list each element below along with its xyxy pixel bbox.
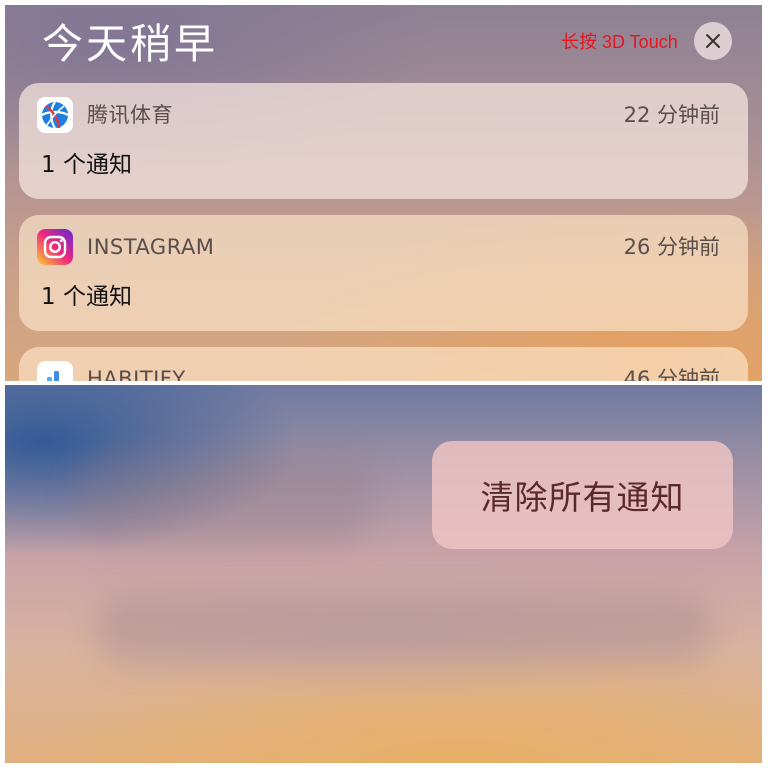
notification-time: 46 分钟前 bbox=[623, 367, 720, 381]
instagram-icon bbox=[37, 229, 73, 265]
section-title: 今天稍早 bbox=[42, 20, 218, 68]
notification-body: 1 个通知 bbox=[41, 152, 132, 178]
notification-time: 22 分钟前 bbox=[623, 103, 720, 127]
clear-all-label: 清除所有通知 bbox=[480, 478, 685, 517]
habitify-icon bbox=[37, 361, 73, 381]
tencent-sports-icon bbox=[37, 97, 73, 133]
close-icon bbox=[706, 34, 720, 48]
blurred-background-panel: 清除所有通知 bbox=[5, 385, 762, 763]
app-name: INSTAGRAM bbox=[87, 235, 215, 259]
close-button[interactable] bbox=[694, 22, 732, 60]
hint-text: 长按 3D Touch bbox=[561, 32, 678, 52]
clear-all-button[interactable]: 清除所有通知 bbox=[432, 441, 733, 549]
notification-card[interactable]: INSTAGRAM 26 分钟前 1 个通知 bbox=[19, 215, 748, 331]
blurred-card bbox=[95, 595, 715, 665]
screenshot-frame: 今天稍早 长按 3D Touch 腾讯体育 22 分钟前 1 个通知 INSTA… bbox=[0, 0, 768, 768]
app-name: 腾讯体育 bbox=[87, 103, 173, 127]
notification-card[interactable]: 腾讯体育 22 分钟前 1 个通知 bbox=[19, 83, 748, 199]
blurred-card bbox=[75, 455, 375, 545]
notification-card[interactable]: HABITIFY 46 分钟前 bbox=[19, 347, 748, 381]
notification-center-panel: 今天稍早 长按 3D Touch 腾讯体育 22 分钟前 1 个通知 INSTA… bbox=[5, 5, 762, 381]
notification-body: 1 个通知 bbox=[41, 284, 132, 310]
app-name: HABITIFY bbox=[87, 367, 186, 381]
notification-time: 26 分钟前 bbox=[623, 235, 720, 259]
